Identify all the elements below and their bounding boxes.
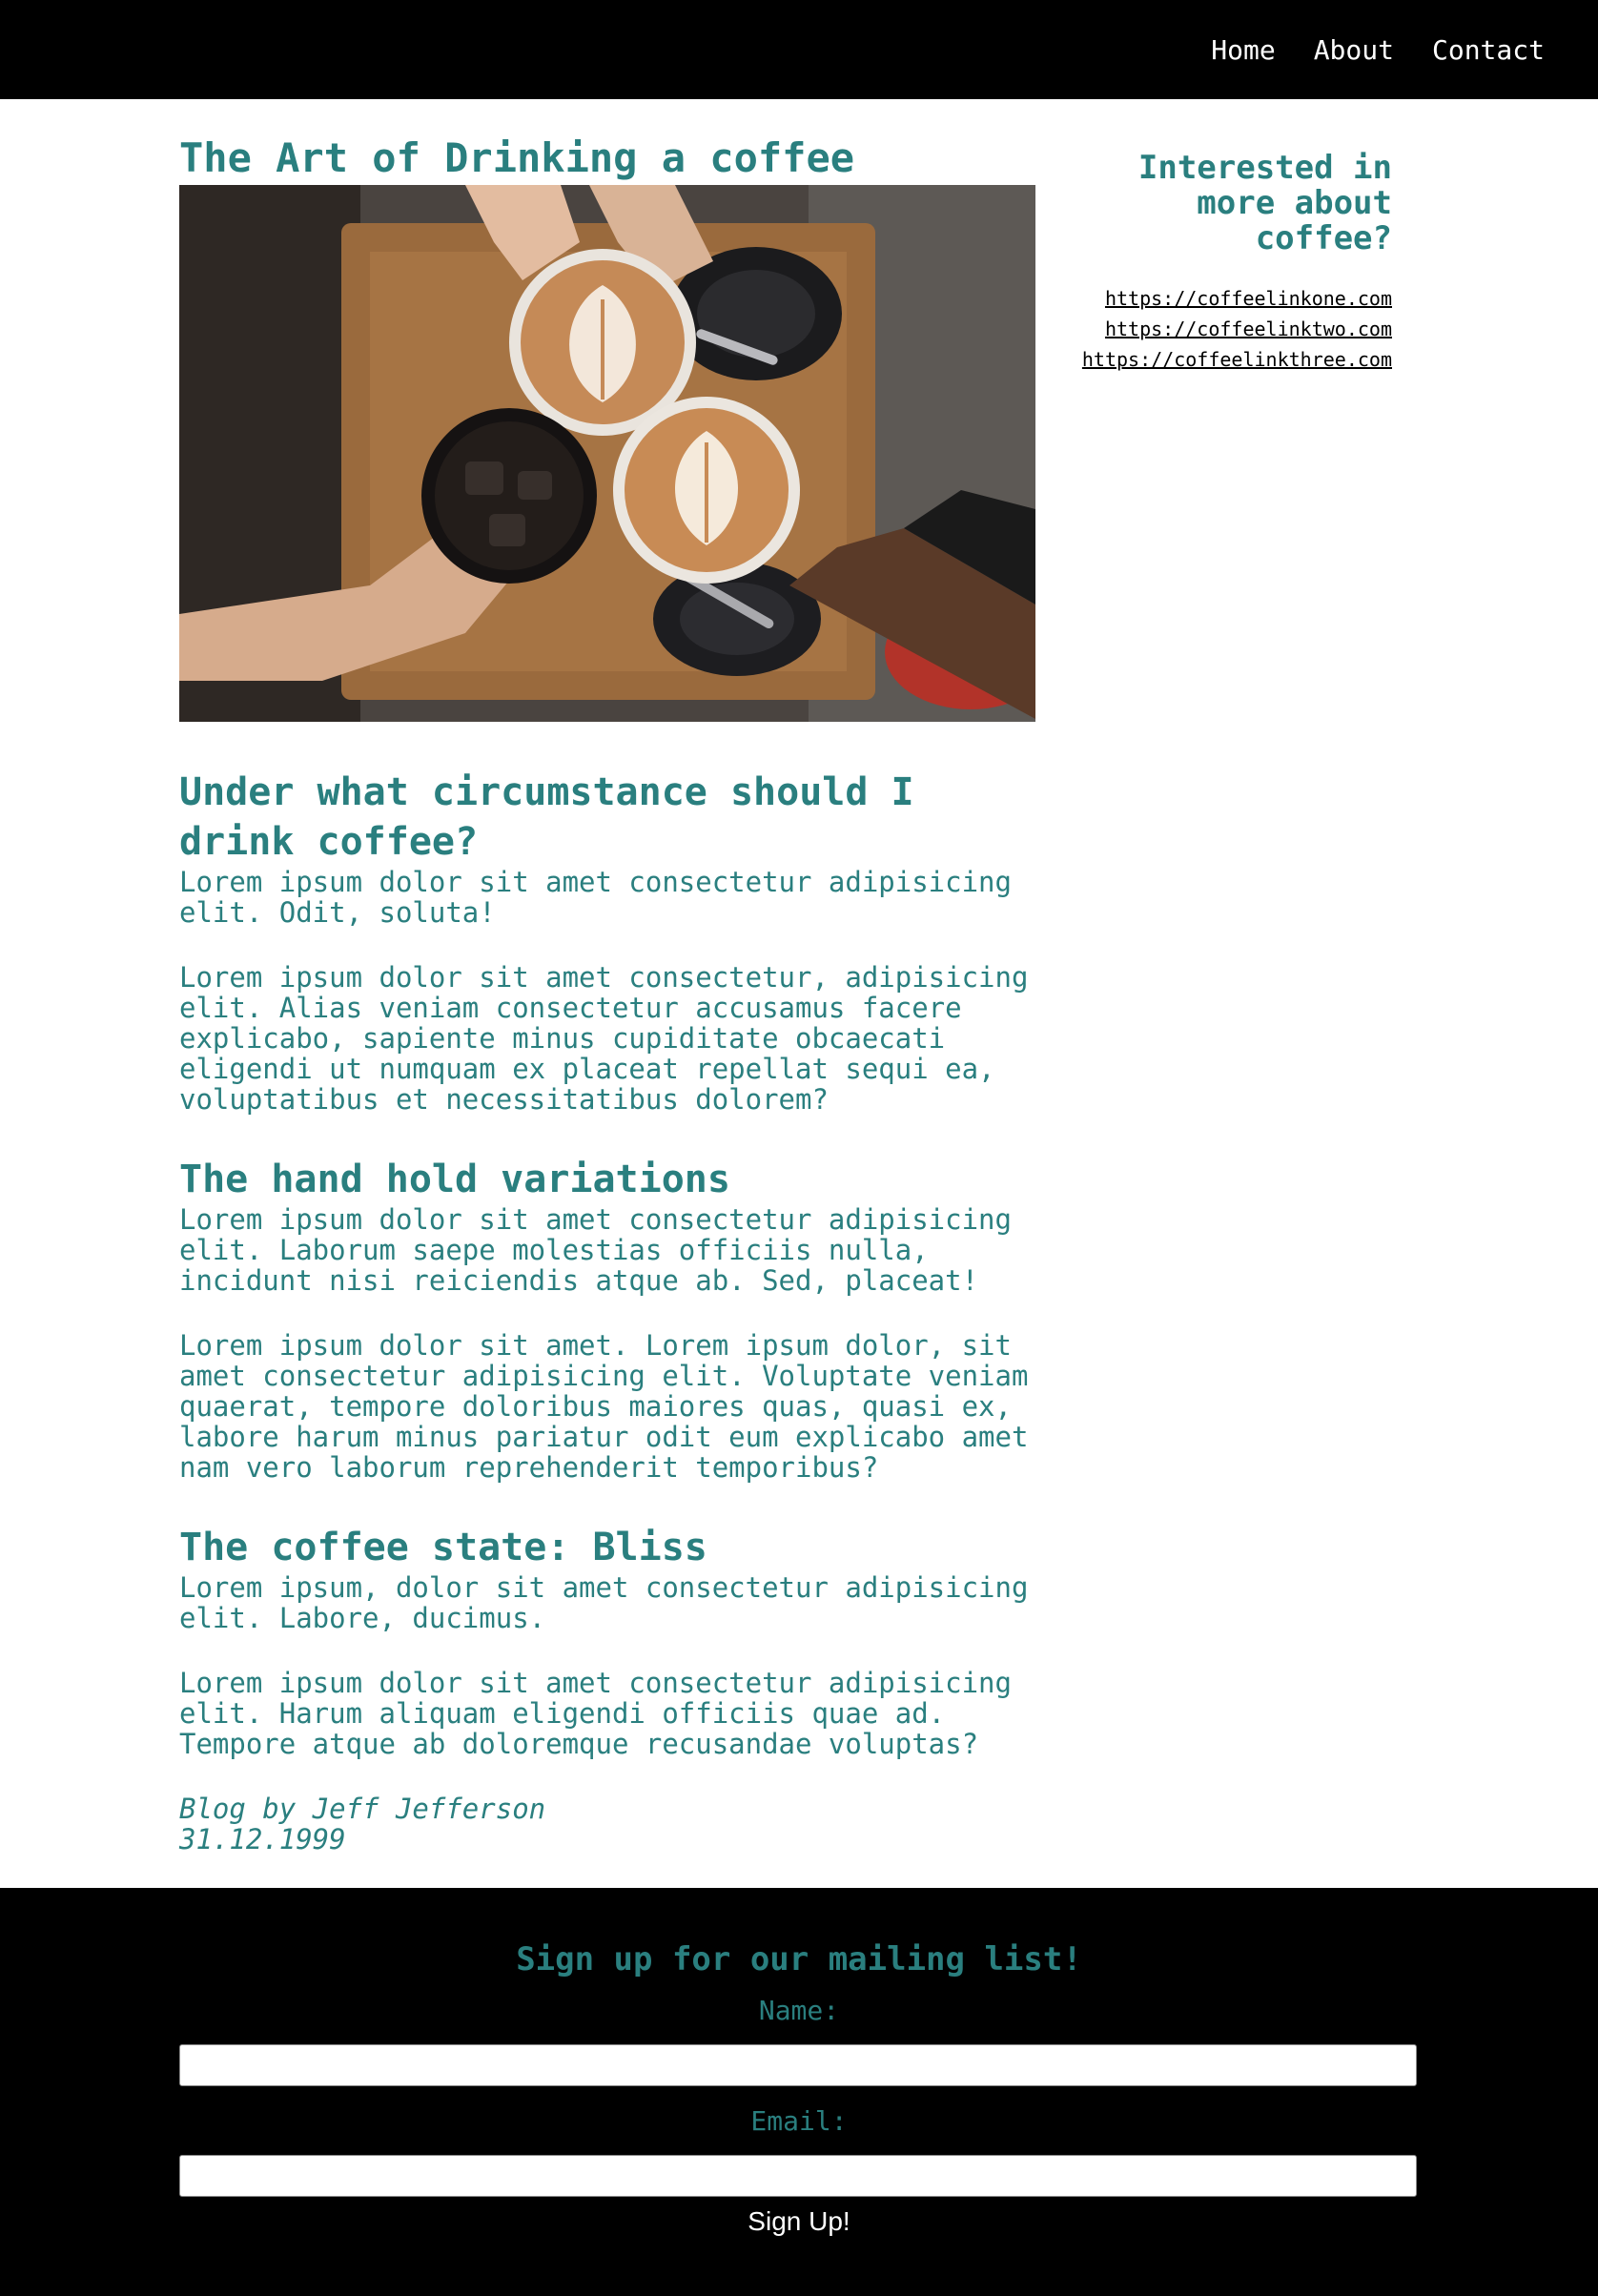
section-paragraph: Lorem ipsum dolor sit amet consectetur a…	[179, 1203, 1012, 1297]
name-label: Name:	[758, 1995, 840, 2026]
post-date: 31.12.1999	[179, 1823, 346, 1855]
hero-image	[179, 185, 1035, 722]
sidebar-link-one[interactable]: https://coffeelinkone.com	[1068, 283, 1392, 314]
section-paragraph: Lorem ipsum, dolor sit amet consectetur …	[179, 1571, 1029, 1634]
blog-post: The Art of Drinking a coffee Under what …	[179, 132, 1037, 1855]
signup-title: Sign up for our mailing list!	[516, 1940, 1082, 1978]
section-paragraph: Lorem ipsum dolor sit amet consectetur a…	[179, 1667, 1012, 1760]
sidebar-links: https://coffeelinkone.com https://coffee…	[1068, 283, 1392, 375]
top-navigation: Home About Contact	[0, 0, 1598, 99]
section-paragraph: Lorem ipsum dolor sit amet consectetur, …	[179, 961, 1029, 1116]
section-heading: Under what circumstance should I drink c…	[179, 770, 914, 864]
name-input[interactable]	[179, 2044, 1417, 2086]
nav-link-contact[interactable]: Contact	[1432, 34, 1545, 66]
sidebar-link-two[interactable]: https://coffeelinktwo.com	[1068, 314, 1392, 344]
sidebar-link-three[interactable]: https://coffeelinkthree.com	[1068, 344, 1392, 375]
nav-link-about[interactable]: About	[1314, 34, 1394, 66]
post-title: The Art of Drinking a coffee	[179, 134, 855, 181]
email-input[interactable]	[179, 2155, 1417, 2197]
sidebar-title: Interested in more about coffee?	[1137, 149, 1392, 257]
nav-link-home[interactable]: Home	[1211, 34, 1275, 66]
email-label: Email:	[750, 2105, 848, 2137]
sidebar: Interested in more about coffee? https:/…	[1068, 151, 1392, 375]
section-paragraph: Lorem ipsum dolor sit amet consectetur a…	[179, 866, 1012, 929]
nav-links: Home About Contact	[1211, 0, 1545, 99]
section-heading: The coffee state: Bliss	[179, 1526, 707, 1569]
section-paragraph: Lorem ipsum dolor sit amet. Lorem ipsum …	[179, 1329, 1029, 1484]
post-byline: Blog by Jeff Jefferson 31.12.1999	[179, 1794, 1037, 1855]
author-name: Blog by Jeff Jefferson	[179, 1793, 546, 1825]
signup-button[interactable]: Sign Up!	[704, 2199, 894, 2245]
section-heading: The hand hold variations	[179, 1158, 730, 1201]
mailing-list-footer: Sign up for our mailing list! Name: Emai…	[0, 1888, 1598, 2296]
